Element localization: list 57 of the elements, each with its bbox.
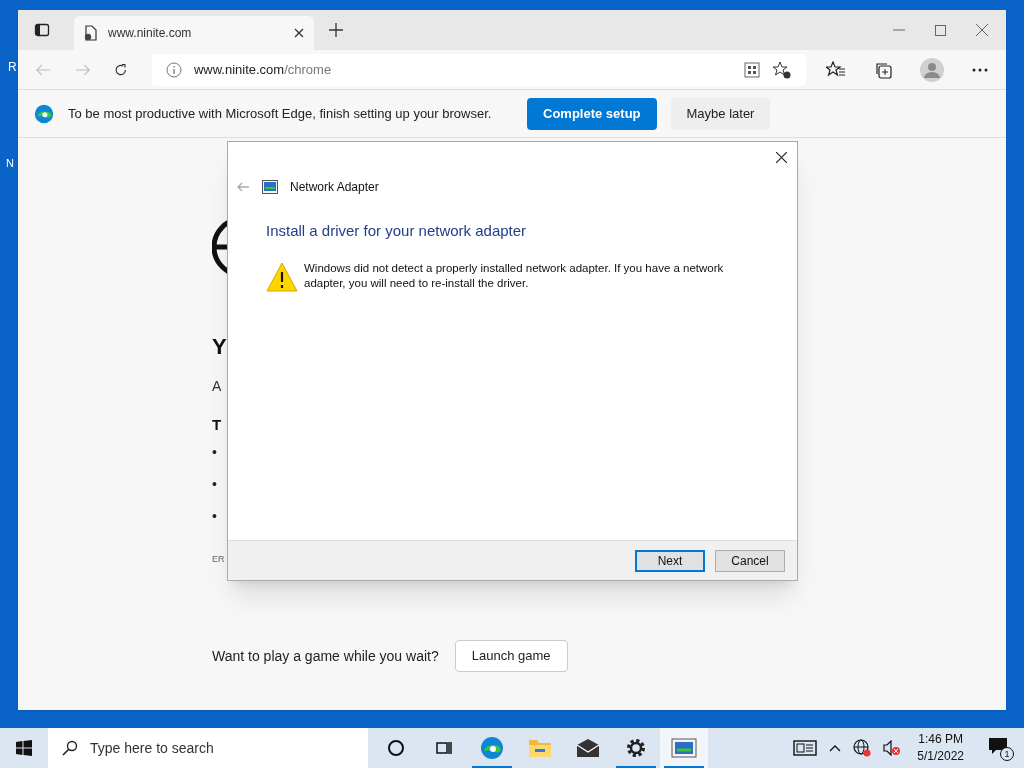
close-tab-icon[interactable] — [294, 28, 304, 38]
info-icon[interactable] — [165, 61, 182, 78]
start-icon[interactable] — [16, 740, 32, 756]
desktop-icon-label[interactable]: R — [8, 58, 17, 76]
apps-icon[interactable] — [744, 61, 760, 78]
news-icon[interactable] — [793, 740, 818, 756]
new-tab-icon[interactable] — [328, 22, 344, 38]
cortana-icon[interactable] — [387, 739, 405, 757]
task-view-icon[interactable] — [435, 739, 453, 757]
network-adapter-icon[interactable] — [671, 738, 697, 758]
search-field[interactable]: Type here to search — [48, 728, 368, 768]
dialog-button[interactable]: Cancel — [715, 549, 785, 572]
close-icon[interactable] — [776, 151, 787, 163]
clock-time[interactable]: 1:46 PM — [918, 731, 963, 748]
chevron-up-icon[interactable] — [829, 744, 842, 752]
tab-actions-icon[interactable] — [34, 22, 50, 38]
warning-icon — [266, 260, 298, 293]
dialog-message: Windows did not detect a properly installed network adapter. If you have a network adapter, you will need to re-install the driver. — [304, 260, 725, 291]
notification-count: 1 — [1000, 747, 1014, 761]
infobar-message: To be most productive with Microsoft Edge, finish setting up your browser. — [68, 104, 493, 123]
list-bullet: • — [212, 443, 217, 462]
profile-avatar-icon[interactable] — [920, 57, 944, 82]
url-text: www.ninite.com/chrome — [193, 60, 333, 79]
maximize-icon[interactable] — [935, 24, 946, 36]
launch-game-button[interactable]: Launch game — [454, 640, 568, 672]
speaker-muted-icon[interactable] — [883, 740, 902, 756]
collections-icon[interactable] — [874, 60, 892, 79]
dialog-title: Network Adapter — [290, 179, 379, 196]
error-code: ER — [212, 553, 225, 566]
dialog-button[interactable]: Next — [635, 549, 705, 572]
page-icon — [84, 25, 98, 41]
search-icon — [62, 740, 78, 756]
page-heading: Y — [212, 333, 227, 361]
desktop-icon-label[interactable]: N — [6, 157, 14, 170]
mail-icon[interactable] — [576, 738, 600, 758]
more-icon[interactable] — [972, 67, 988, 72]
maybe-later-button[interactable]: Maybe later — [670, 97, 771, 130]
folder-icon[interactable] — [528, 737, 552, 759]
favorites-icon[interactable] — [826, 60, 846, 79]
network-adapter-icon — [262, 180, 278, 194]
globe-icon[interactable] — [853, 739, 872, 757]
page-paragraph: A — [212, 377, 222, 396]
edge-icon[interactable] — [480, 736, 504, 760]
list-bullet: • — [212, 507, 217, 526]
list-bullet: • — [212, 475, 217, 494]
settings-icon[interactable] — [625, 737, 647, 759]
refresh-icon[interactable] — [114, 61, 128, 78]
dialog-heading: Install a driver for your network adapter — [266, 221, 528, 241]
browser-tab[interactable]: www.ninite.com — [74, 16, 314, 50]
notifications-icon[interactable] — [988, 737, 1008, 755]
clock-date[interactable]: 5/1/2022 — [917, 748, 964, 765]
edge-logo-icon — [34, 103, 54, 124]
complete-setup-button[interactable]: Complete setup — [527, 97, 657, 130]
add-favorite-icon[interactable] — [772, 60, 792, 79]
address-bar[interactable]: www.ninite.com/chrome — [151, 53, 806, 86]
page-subheading: T — [212, 415, 222, 435]
game-prompt: Want to play a game while you wait? — [212, 646, 439, 666]
